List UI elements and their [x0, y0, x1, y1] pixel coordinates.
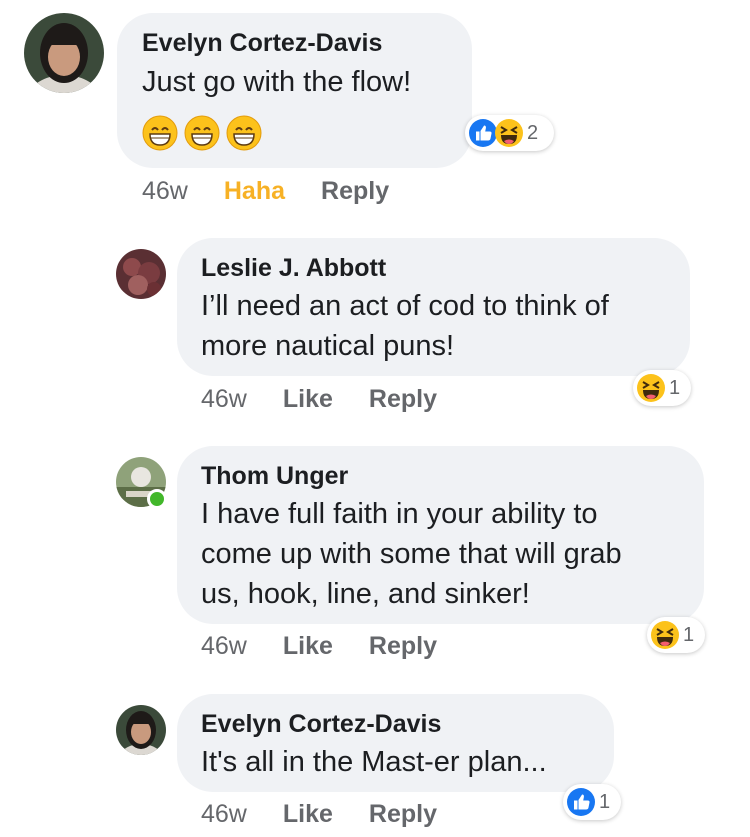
reply-button[interactable]: Reply: [369, 385, 437, 414]
reaction-count: 2: [527, 121, 539, 144]
comment-meta: 46w Like Reply: [201, 632, 437, 661]
reaction-summary[interactable]: 1: [647, 617, 705, 653]
grinning-face-icon: [226, 115, 262, 151]
haha-reaction-icon: [495, 119, 523, 147]
comment-meta: 46w Like Reply: [201, 800, 437, 829]
comment-text: Just go with the flow!: [142, 66, 412, 98]
comment-meta: 46w Like Reply: [201, 385, 437, 414]
comment-timestamp[interactable]: 46w: [201, 385, 247, 414]
comment-text-line: us, hook, line, and sinker!: [201, 578, 530, 610]
emoji-row: [141, 114, 263, 152]
comment-text-line: come up with some that will grab: [201, 538, 622, 570]
comment-timestamp[interactable]: 46w: [201, 632, 247, 661]
avatar[interactable]: [24, 13, 104, 93]
comment-author[interactable]: Leslie J. Abbott: [201, 254, 386, 283]
haha-button[interactable]: Haha: [224, 177, 285, 206]
comment-timestamp[interactable]: 46w: [201, 800, 247, 829]
reaction-count: 1: [669, 376, 681, 399]
comment-meta: 46w Haha Reply: [142, 177, 389, 206]
comment-author[interactable]: Evelyn Cortez-Davis: [142, 29, 382, 58]
avatar[interactable]: [116, 705, 166, 755]
like-button[interactable]: Like: [283, 385, 333, 414]
reply-button[interactable]: Reply: [369, 800, 437, 829]
comment-text: It's all in the Mast-er plan...: [201, 746, 547, 778]
like-button[interactable]: Like: [283, 632, 333, 661]
reaction-count: 1: [683, 623, 695, 646]
comment-timestamp[interactable]: 46w: [142, 177, 188, 206]
like-button[interactable]: Like: [283, 800, 333, 829]
reply-button[interactable]: Reply: [321, 177, 389, 206]
grinning-face-icon: [142, 115, 178, 151]
reaction-summary[interactable]: 1: [563, 784, 621, 820]
comment-author[interactable]: Thom Unger: [201, 462, 348, 491]
reaction-summary[interactable]: 2: [465, 115, 554, 151]
reply-button[interactable]: Reply: [369, 632, 437, 661]
comment-author[interactable]: Evelyn Cortez-Davis: [201, 710, 441, 739]
reaction-summary[interactable]: 1: [633, 370, 691, 406]
haha-reaction-icon: [637, 374, 665, 402]
like-reaction-icon: [567, 788, 595, 816]
comment-text-line: I’ll need an act of cod to think of: [201, 290, 609, 322]
reaction-count: 1: [599, 790, 611, 813]
grinning-face-icon: [184, 115, 220, 151]
online-status-dot: [147, 489, 167, 509]
comment-text-line: more nautical puns!: [201, 330, 455, 362]
avatar[interactable]: [116, 249, 166, 299]
haha-reaction-icon: [651, 621, 679, 649]
comment-text-line: I have full faith in your ability to: [201, 498, 598, 530]
